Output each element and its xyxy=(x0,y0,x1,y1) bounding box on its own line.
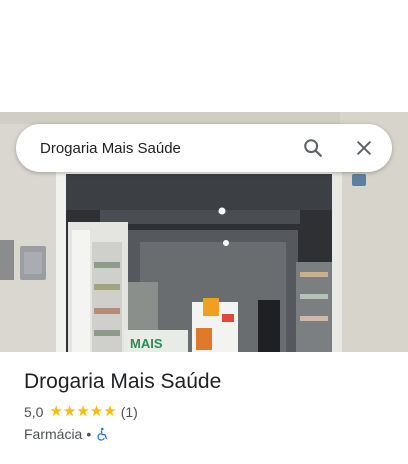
search-bar xyxy=(16,124,392,172)
separator: • xyxy=(86,426,92,442)
rating-row[interactable]: 5,0 ★★★★★ (1) xyxy=(24,403,392,421)
rating-stars: ★★★★★ xyxy=(49,403,117,420)
place-panel: MAIS Drogaria Mais Saúde Drogaria Mais S… xyxy=(0,0,408,464)
close-icon xyxy=(357,141,371,155)
clear-search-button[interactable] xyxy=(342,126,386,170)
place-title: Drogaria Mais Saúde xyxy=(24,370,222,393)
place-info: Drogaria Mais Saúde 5,0 ★★★★★ (1) Farmác… xyxy=(24,368,392,443)
search-icon xyxy=(304,139,322,157)
meta-row: Farmácia • xyxy=(24,425,392,443)
wheelchair-icon xyxy=(97,427,108,441)
place-category[interactable]: Farmácia xyxy=(24,425,82,443)
review-count[interactable]: (1) xyxy=(121,403,138,421)
search-button[interactable] xyxy=(291,126,335,170)
rating-value: 5,0 xyxy=(24,404,44,420)
search-input[interactable] xyxy=(40,139,291,157)
storefront-sign-text: MAIS xyxy=(130,336,163,351)
